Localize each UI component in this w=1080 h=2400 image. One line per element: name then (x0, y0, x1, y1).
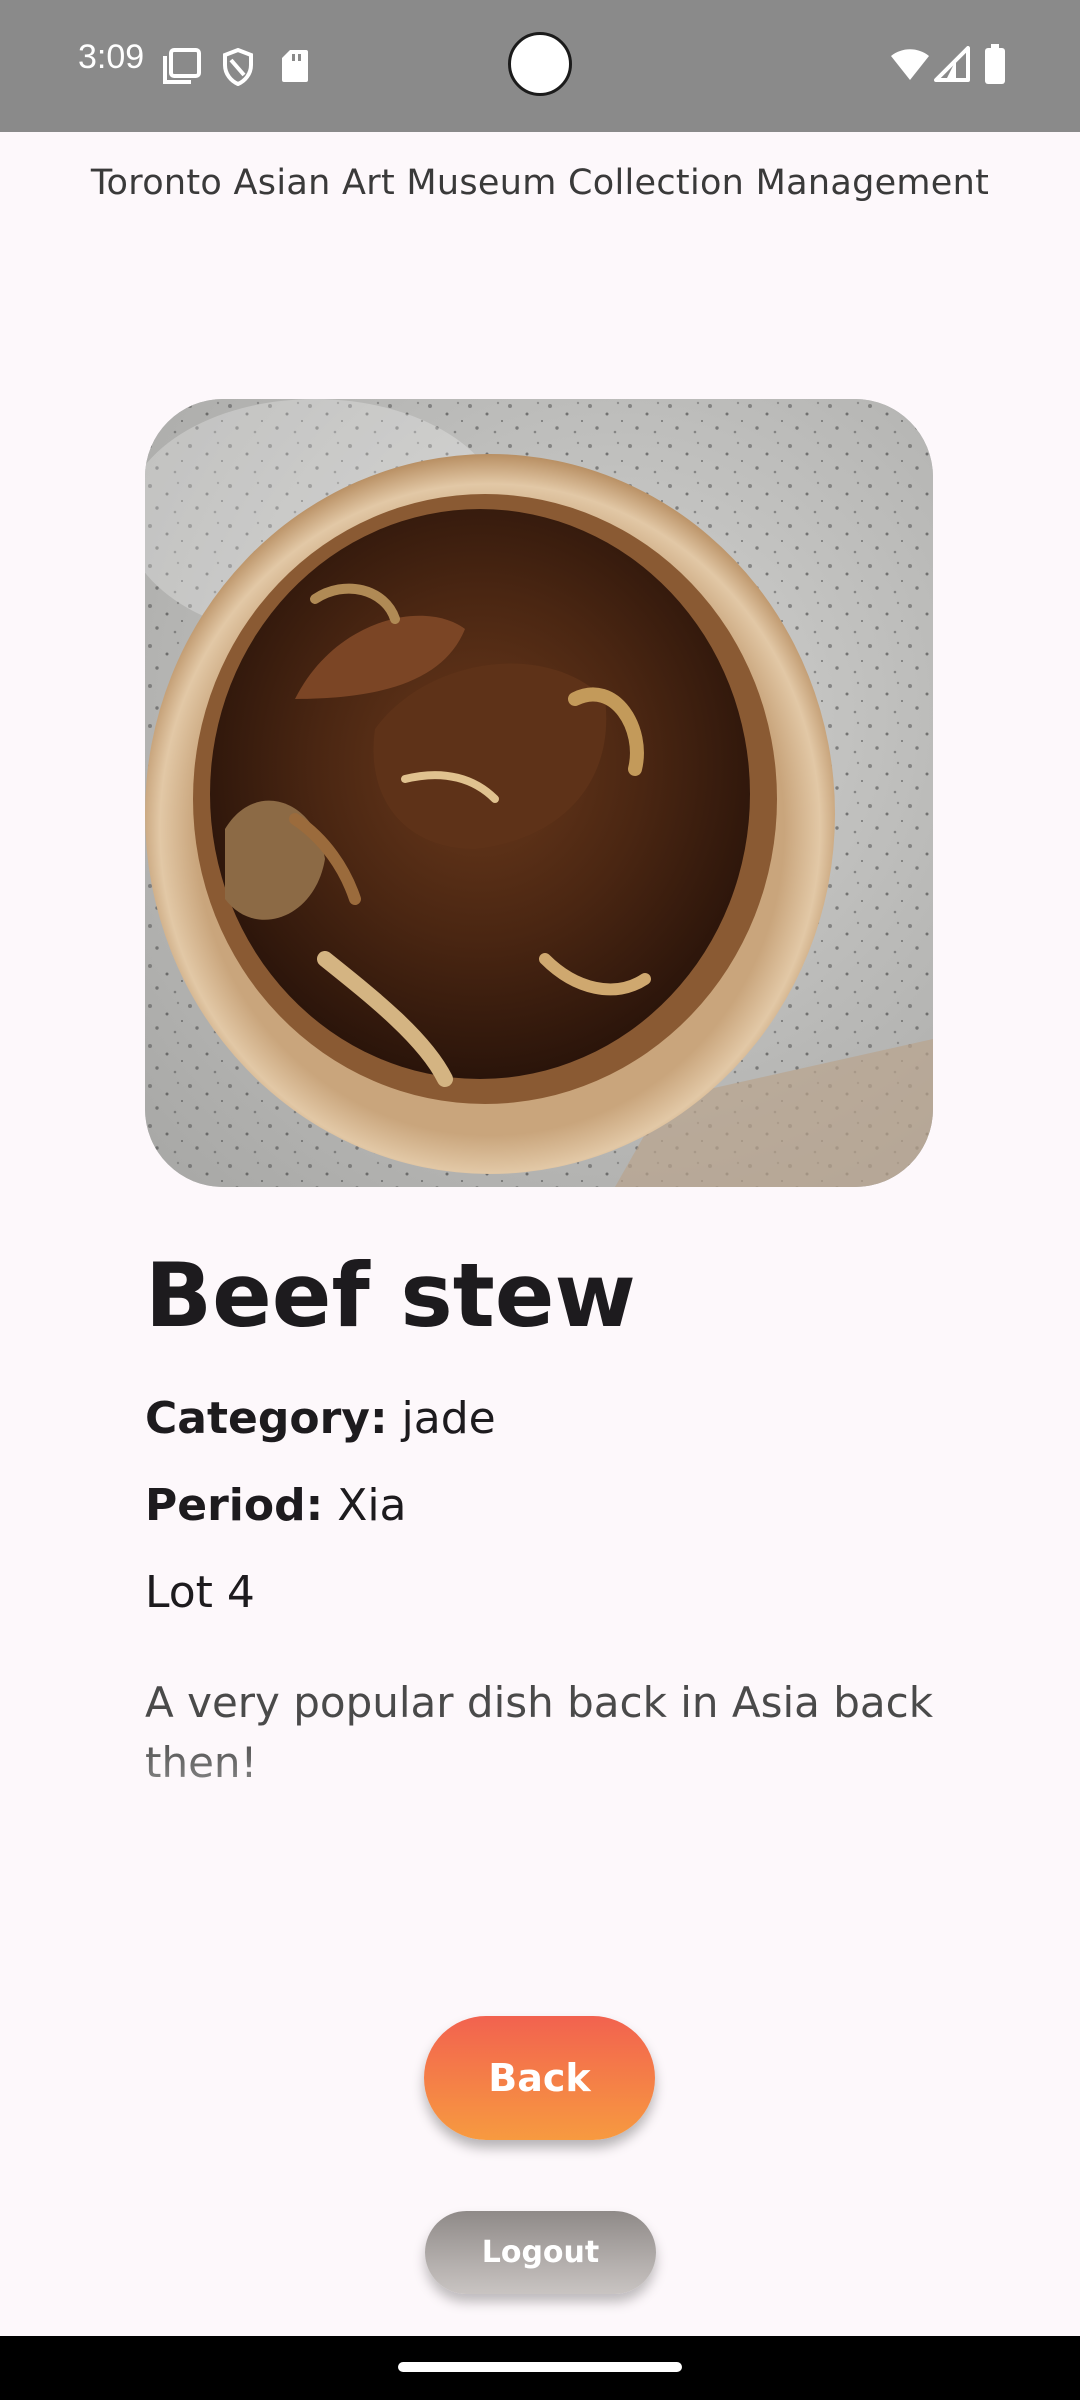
period-label: Period: (145, 1480, 324, 1531)
category-label: Category: (145, 1393, 388, 1444)
sd-card-icon (282, 50, 308, 82)
logout-button[interactable]: Logout (425, 2211, 656, 2294)
wifi-icon (891, 49, 929, 80)
period-row: Period: Xia (145, 1480, 407, 1533)
lot-number: Lot 4 (145, 1567, 255, 1618)
artifact-name: Beef stew (145, 1244, 636, 1347)
battery-icon (985, 44, 1005, 84)
category-value: jade (387, 1393, 496, 1444)
back-button[interactable]: Back (424, 2016, 655, 2140)
artifact-description: A very popular dish back in Asia back th… (145, 1673, 945, 1793)
cell-signal-icon (934, 46, 970, 82)
status-time: 3:09 (78, 38, 145, 76)
period-value: Xia (323, 1480, 407, 1531)
artifact-photo (145, 399, 933, 1187)
status-bar: 3:09 (0, 0, 1080, 132)
screen-record-icon (163, 48, 201, 84)
category-row: Category: jade (145, 1393, 496, 1446)
home-indicator[interactable] (398, 2362, 682, 2372)
vpn-shield-icon (223, 48, 253, 86)
camera-cutout (508, 32, 572, 96)
screen: 3:09 Toronto Asian Art Museum Collection… (0, 0, 1080, 2400)
app-title: Toronto Asian Art Museum Collection Mana… (90, 163, 990, 203)
